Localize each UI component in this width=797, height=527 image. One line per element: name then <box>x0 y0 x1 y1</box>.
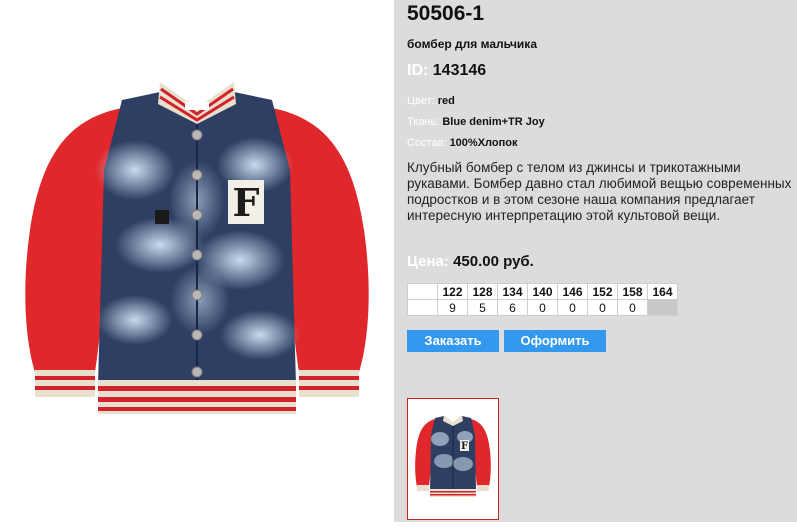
size-header-146: 146 <box>557 283 588 300</box>
id-label: ID: <box>407 62 429 79</box>
product-photo[interactable]: F <box>0 0 394 522</box>
size-quantity-row: 9 5 6 0 0 0 0 <box>407 299 678 316</box>
quantity-cell-unavailable <box>647 299 678 316</box>
quantity-row-corner <box>407 299 438 316</box>
product-id-row: ID: 143146 <box>407 62 486 80</box>
fabric-row: Ткань: Blue denim+TR Joy <box>407 116 545 128</box>
fabric-label: Ткань: <box>407 116 440 128</box>
size-header-164: 164 <box>647 283 678 300</box>
quantity-cell[interactable]: 5 <box>467 299 498 316</box>
price-row: Цена: 450.00 руб. <box>407 253 534 270</box>
size-header-158: 158 <box>617 283 648 300</box>
quantity-cell[interactable]: 6 <box>497 299 528 316</box>
order-button[interactable]: Заказать <box>407 330 499 352</box>
composition-value: 100%Хлопок <box>449 137 518 149</box>
product-thumbnail[interactable]: F <box>407 398 499 520</box>
size-table: 122 128 134 140 146 152 158 164 9 5 6 0 … <box>407 283 678 316</box>
size-header-134: 134 <box>497 283 528 300</box>
size-header-152: 152 <box>587 283 618 300</box>
svg-text:F: F <box>461 441 468 452</box>
quantity-cell[interactable]: 0 <box>587 299 618 316</box>
jacket-image: F <box>25 82 369 414</box>
left-cuff <box>35 370 95 397</box>
color-value: red <box>437 95 455 107</box>
quantity-cell[interactable]: 9 <box>437 299 468 316</box>
thumbnail-image: F <box>415 415 491 497</box>
id-value: 143146 <box>432 62 487 79</box>
quantity-cell[interactable]: 0 <box>557 299 588 316</box>
price-label: Цена: <box>407 253 449 270</box>
right-cuff <box>299 370 359 397</box>
product-subtitle: бомбер для мальчика <box>407 37 537 51</box>
quantity-cell[interactable]: 0 <box>617 299 648 316</box>
price-value: 450.00 руб. <box>453 253 534 270</box>
checkout-button[interactable]: Оформить <box>504 330 606 352</box>
product-code: 50506-1 <box>407 2 485 25</box>
composition-row: Состав: 100%Хлопок <box>407 137 517 149</box>
size-header-corner <box>407 283 438 300</box>
svg-text:F: F <box>233 180 260 225</box>
color-label: Цвет: <box>407 95 435 107</box>
size-header-122: 122 <box>437 283 468 300</box>
composition-label: Состав: <box>407 137 447 149</box>
size-header-128: 128 <box>467 283 498 300</box>
size-header-row: 122 128 134 140 146 152 158 164 <box>407 283 678 300</box>
size-header-140: 140 <box>527 283 558 300</box>
color-row: Цвет: red <box>407 95 455 107</box>
product-info-panel: 50506-1 бомбер для мальчика ID: 143146 Ц… <box>394 0 797 522</box>
fabric-value: Blue denim+TR Joy <box>442 116 545 128</box>
product-description: Клубный бомбер с телом из джинсы и трико… <box>407 160 792 223</box>
quantity-cell[interactable]: 0 <box>527 299 558 316</box>
